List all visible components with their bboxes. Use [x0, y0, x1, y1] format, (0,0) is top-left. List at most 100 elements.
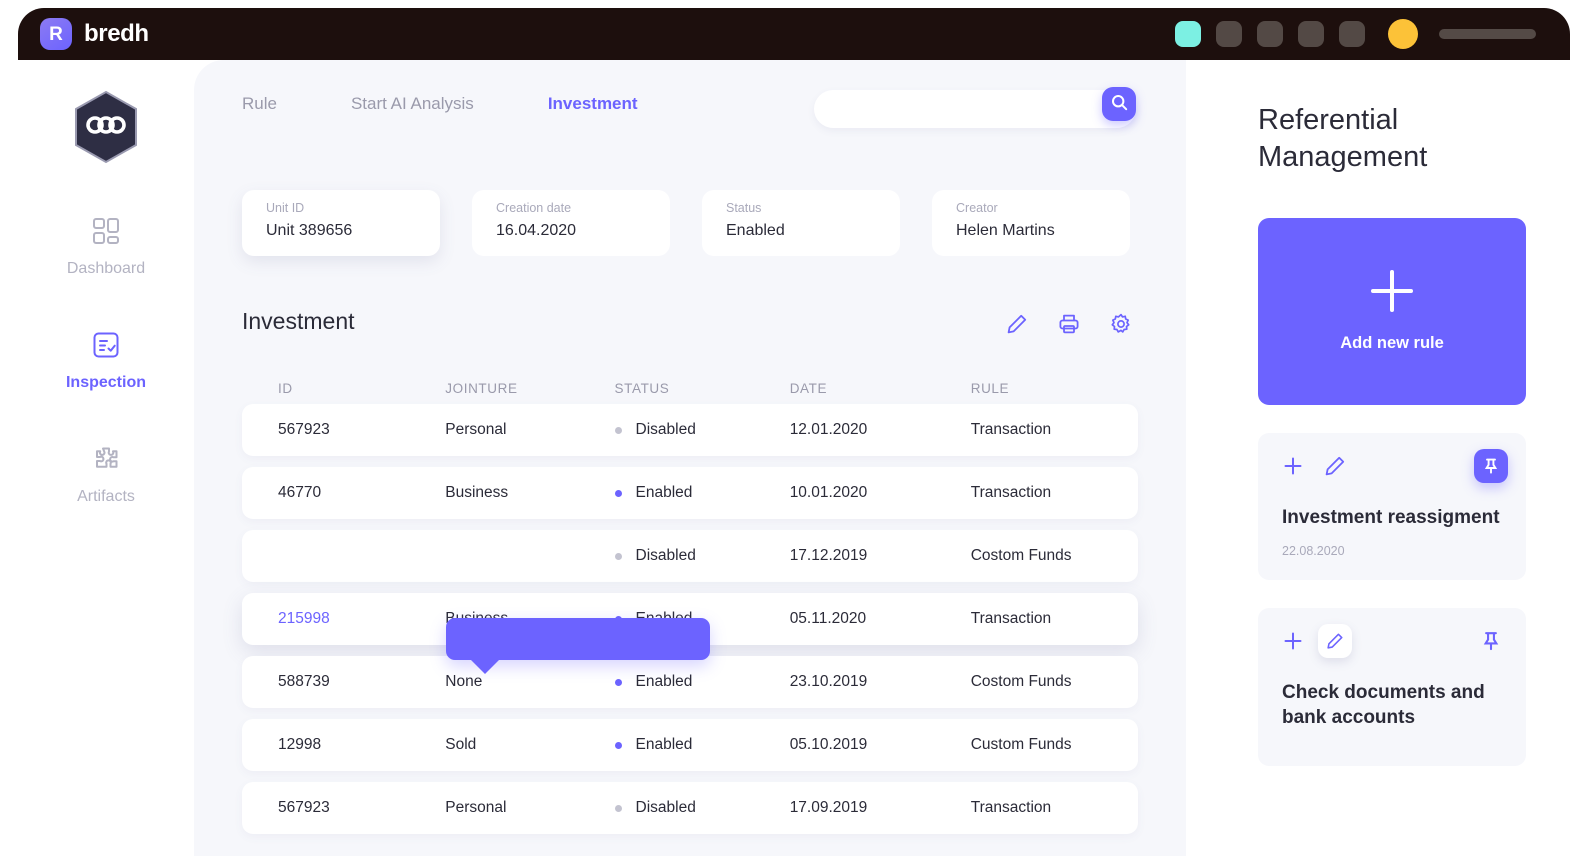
cell-status: Disabled	[615, 421, 790, 439]
rule-card-actions	[1282, 455, 1502, 477]
topbar-swatch-1[interactable]	[1216, 21, 1242, 47]
pin-slot	[1480, 630, 1502, 652]
pin-slot	[1480, 455, 1502, 477]
cell-status: Enabled	[615, 736, 790, 754]
sidebar-label-inspection: Inspection	[66, 374, 146, 392]
tab-bar: Rule Start AI Analysis Investment	[242, 94, 712, 114]
app-window: R bredh	[18, 8, 1570, 856]
status-text: Disabled	[636, 421, 696, 439]
rule-card-check-documents[interactable]: Check documents and bank accounts	[1258, 608, 1526, 766]
cell-rule: Transaction	[971, 610, 1138, 628]
table-row[interactable]: 12998 Sold Enabled 05.10.2019 Custom Fun…	[242, 719, 1138, 771]
cell-rule: Transaction	[971, 421, 1138, 439]
sidebar-item-inspection[interactable]: Inspection	[46, 330, 166, 392]
info-card-creation-date[interactable]: Creation date 16.04.2020	[472, 190, 670, 256]
tab-start-ai-analysis[interactable]: Start AI Analysis	[351, 94, 548, 114]
plus-icon[interactable]	[1282, 455, 1304, 477]
table-row[interactable]: 567923 Personal Disabled 12.01.2020 Tran…	[242, 404, 1138, 456]
search-input[interactable]	[814, 90, 1136, 128]
column-header-rule: RULE	[971, 381, 1138, 396]
cell-date: 23.10.2019	[790, 673, 971, 691]
cell-id: 12998	[278, 736, 445, 754]
info-label: Creator	[956, 201, 1130, 215]
right-panel: Referential Management Add new rule	[1186, 60, 1570, 856]
body-area: Dashboard Inspection A	[18, 60, 1570, 856]
info-value: Unit 389656	[266, 222, 440, 240]
column-header-id: ID	[278, 381, 445, 396]
cell-rule: Costom Funds	[971, 547, 1138, 565]
gear-icon[interactable]	[1110, 313, 1132, 335]
status-dot-icon	[615, 427, 622, 434]
top-bar-controls	[1175, 19, 1536, 49]
cell-date: 12.01.2020	[790, 421, 971, 439]
cell-date: 17.09.2019	[790, 799, 971, 817]
plus-icon[interactable]	[1282, 630, 1304, 652]
page-title: Referential Management	[1258, 102, 1526, 176]
table-row[interactable]: 46770 Business Enabled 10.01.2020 Transa…	[242, 467, 1138, 519]
add-new-rule-button[interactable]: Add new rule	[1258, 218, 1526, 405]
status-text: Enabled	[636, 736, 693, 754]
cell-status: Disabled	[615, 547, 790, 565]
table-row[interactable]: 567923 Personal Disabled 17.09.2019 Tran…	[242, 782, 1138, 834]
search-bar	[814, 90, 1136, 128]
sidebar: Dashboard Inspection A	[18, 60, 194, 856]
cell-date: 05.10.2019	[790, 736, 971, 754]
brand: R bredh	[40, 18, 149, 50]
search-button[interactable]	[1102, 87, 1136, 121]
table-header-row: ID JOINTURE STATUS DATE RULE	[242, 372, 1138, 404]
main-content: Rule Start AI Analysis Investment	[194, 60, 1186, 856]
tab-investment[interactable]: Investment	[548, 94, 712, 114]
top-bar: R bredh	[18, 8, 1570, 60]
pencil-icon[interactable]	[1318, 624, 1352, 658]
puzzle-icon	[91, 444, 121, 474]
info-label: Unit ID	[266, 201, 440, 215]
topbar-placeholder-bar	[1439, 29, 1536, 39]
hexagon-rings-logo-icon	[73, 90, 139, 164]
table-row[interactable]: 588739 None Enabled 23.10.2019 Costom Fu…	[242, 656, 1138, 708]
pin-icon[interactable]	[1480, 630, 1502, 652]
pencil-icon[interactable]	[1324, 455, 1346, 477]
info-card-unit-id[interactable]: Unit ID Unit 389656	[242, 190, 440, 256]
topbar-swatch-3[interactable]	[1298, 21, 1324, 47]
grid-icon	[91, 216, 121, 246]
summary-cards: Unit ID Unit 389656 Creation date 16.04.…	[242, 190, 1130, 256]
column-header-jointure: JOINTURE	[445, 381, 614, 396]
info-value: 16.04.2020	[496, 222, 670, 240]
status-text: Enabled	[636, 484, 693, 502]
pencil-icon[interactable]	[1006, 313, 1028, 335]
cell-jointure: Personal	[445, 799, 614, 817]
info-card-status[interactable]: Status Enabled	[702, 190, 900, 256]
sidebar-item-dashboard[interactable]: Dashboard	[46, 216, 166, 278]
topbar-swatch-4[interactable]	[1339, 21, 1365, 47]
cell-rule: Custom Funds	[971, 736, 1138, 754]
search-icon	[1111, 94, 1128, 114]
cell-rule: Transaction	[971, 484, 1138, 502]
cell-date: 10.01.2020	[790, 484, 971, 502]
rule-card-investment-reassigment[interactable]: Investment reassigment 22.08.2020	[1258, 433, 1526, 580]
status-text: Enabled	[636, 673, 693, 691]
cell-jointure: Business	[445, 484, 614, 502]
info-card-creator[interactable]: Creator Helen Martins	[932, 190, 1130, 256]
cell-status: Enabled	[615, 673, 790, 691]
column-header-status: STATUS	[615, 381, 790, 396]
cell-status: Enabled	[615, 484, 790, 502]
printer-icon[interactable]	[1058, 313, 1080, 335]
avatar[interactable]	[1388, 19, 1418, 49]
sidebar-label-dashboard: Dashboard	[67, 260, 145, 278]
status-dot-icon	[615, 553, 622, 560]
info-value: Helen Martins	[956, 222, 1130, 240]
table-title: Investment	[242, 308, 355, 335]
sidebar-item-artifacts[interactable]: Artifacts	[46, 444, 166, 506]
tab-rule[interactable]: Rule	[242, 94, 351, 114]
pin-icon[interactable]	[1474, 449, 1508, 483]
column-header-date: DATE	[790, 381, 971, 396]
table-row[interactable]: Disabled 17.12.2019 Costom Funds	[242, 530, 1138, 582]
topbar-swatch-2[interactable]	[1257, 21, 1283, 47]
topbar-swatch-accent[interactable]	[1175, 21, 1201, 47]
investment-table: ID JOINTURE STATUS DATE RULE 567923 Pers…	[242, 372, 1138, 845]
row-tooltip	[446, 618, 710, 660]
sidebar-label-artifacts: Artifacts	[77, 488, 135, 506]
cell-id: 567923	[278, 799, 445, 817]
cell-rule: Costom Funds	[971, 673, 1138, 691]
checklist-icon	[91, 330, 121, 360]
